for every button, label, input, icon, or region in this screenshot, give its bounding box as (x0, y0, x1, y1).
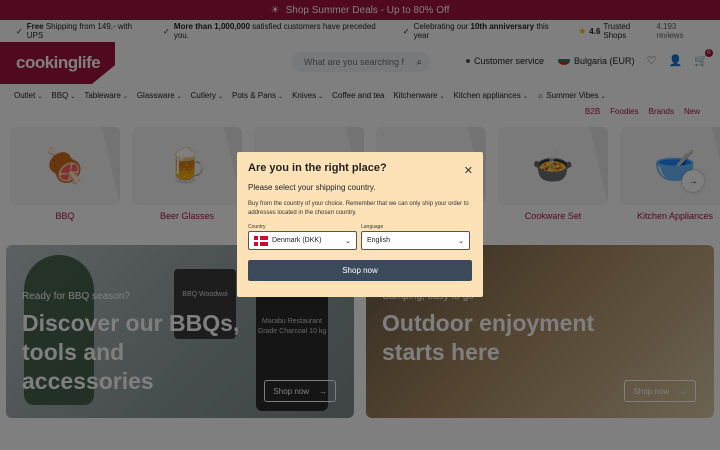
language-select-value: English (367, 237, 390, 244)
chevron-down-icon: ⌄ (345, 237, 351, 245)
close-icon[interactable]: ✕ (464, 164, 473, 177)
shop-now-button[interactable]: Shop now (248, 260, 472, 281)
shop-now-label: Shop now (342, 266, 378, 275)
chevron-down-icon: ⌄ (458, 237, 464, 245)
modal-title: Are you in the right place? (248, 162, 387, 174)
denmark-flag-icon (254, 235, 268, 246)
country-select[interactable]: Denmark (DKK) ⌄ (248, 231, 357, 250)
country-field-label: Country (248, 224, 266, 230)
country-field: Country Denmark (DKK) ⌄ (248, 224, 357, 250)
country-selection-modal: Are you in the right place? ✕ Please sel… (237, 152, 483, 297)
modal-fields: Country Denmark (DKK) ⌄ Language English… (248, 224, 472, 250)
country-select-value: Denmark (DKK) (272, 237, 322, 244)
language-field: Language English ⌄ (361, 224, 470, 250)
language-select[interactable]: English ⌄ (361, 231, 470, 250)
modal-description: Buy from the country of your choice. Rem… (248, 201, 469, 216)
language-field-label: Language (361, 224, 384, 230)
modal-subtitle: Please select your shipping country. (248, 183, 376, 192)
